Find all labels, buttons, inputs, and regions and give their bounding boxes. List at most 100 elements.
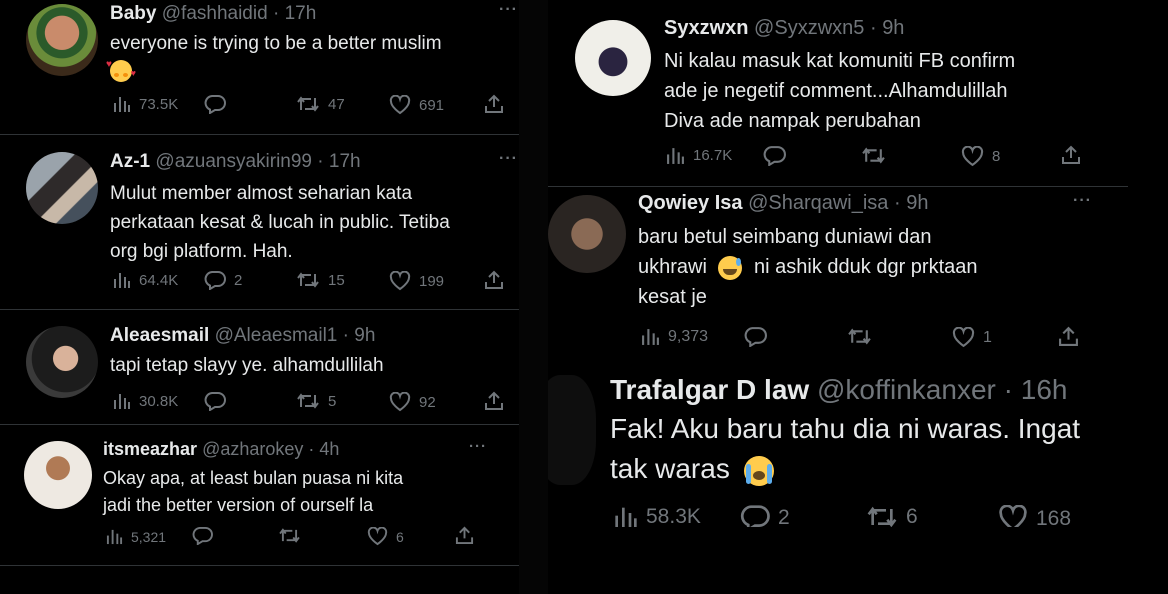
share-button[interactable] [1061,145,1081,165]
retweet-button[interactable] [847,327,872,346]
like-button[interactable]: 6 [367,527,404,546]
avatar[interactable] [575,20,651,96]
author-name[interactable]: itsmeazhar [103,439,197,459]
separator: · [342,325,349,346]
reply-button[interactable] [204,391,226,411]
tweet-time[interactable]: 4h [319,439,339,459]
like-count: 8 [992,148,1001,165]
tweet-time[interactable]: 9h [882,17,904,39]
author-name[interactable]: Syxzwxn [664,17,748,39]
avatar[interactable] [26,326,98,398]
share-button[interactable] [484,270,504,290]
views-button[interactable]: 5,321 [106,528,166,545]
retweet-count: 6 [906,505,918,527]
tweet-time[interactable]: 9h [906,192,928,214]
reply-button[interactable]: 2 [204,270,242,290]
like-button[interactable]: 8 [961,146,1000,167]
tweet-time[interactable]: 16h [1021,374,1068,405]
like-button[interactable]: 1 [952,327,992,348]
author-handle[interactable]: @azharokey [202,439,303,459]
retweet-icon [862,147,885,164]
reply-button[interactable]: 2 [740,504,790,527]
views-button[interactable]: 73.5K [113,95,178,113]
share-button[interactable] [484,391,504,411]
left-timeline: Baby @fashhaidid · 17h ··· everyone is t… [0,0,519,594]
more-options-icon[interactable]: ··· [469,438,487,455]
author-handle[interactable]: @azuansyakirin99 [155,151,312,172]
views-icon [114,394,130,409]
separator: · [1003,374,1013,405]
tweet-text-line: Mulut member almost seharian kata [110,183,413,204]
avatar[interactable] [26,4,98,76]
tweet-time[interactable]: 17h [329,151,361,172]
more-options-icon[interactable]: ··· [1073,192,1092,210]
reply-button[interactable] [204,94,226,114]
reply-button[interactable] [192,526,213,545]
share-button[interactable] [484,94,504,114]
right-timeline: Syxzwxn @Syxzwxn5 · 9h Ni kalau masuk ka… [548,0,1128,594]
avatar[interactable] [24,441,92,509]
author-name[interactable]: Trafalgar D law [610,374,809,405]
tweet[interactable]: Qowiey Isa @Sharqawi_isa · 9h ··· baru b… [548,187,1128,367]
retweet-button[interactable]: 47 [296,95,345,113]
like-count: 199 [419,272,445,290]
author-name[interactable]: Aleaesmail [110,325,209,346]
views-button[interactable]: 58.3K [614,505,701,527]
author-name[interactable]: Qowiey Isa [638,192,743,214]
author-handle[interactable]: @Sharqawi_isa [748,192,888,214]
reply-button[interactable] [763,145,786,166]
like-button[interactable]: 168 [998,505,1071,527]
views-button[interactable]: 16.7K [666,146,732,165]
like-button[interactable]: 199 [389,271,444,291]
tweet[interactable]: itsmeazhar @azharokey · 4h ··· Okay apa,… [0,425,519,566]
author-name[interactable]: Az-1 [110,151,150,172]
author-handle[interactable]: @Aleaesmail1 [215,325,338,346]
author-handle[interactable]: @koffinkanxer [817,374,996,405]
views-button[interactable]: 30.8K [113,392,178,410]
reply-count: 2 [234,271,243,289]
reply-icon [740,505,770,527]
author-handle[interactable]: @fashhaidid [162,3,268,24]
avatar[interactable] [548,375,596,485]
share-button[interactable] [1058,326,1079,347]
views-button[interactable]: 64.4K [113,271,178,289]
retweet-icon [297,272,319,288]
views-icon [114,97,130,112]
tweet[interactable]: Baby @fashhaidid · 17h ··· everyone is t… [0,0,519,135]
more-options-icon[interactable]: ··· [499,1,518,19]
tweet-text-line: kesat je [638,286,707,308]
views-count: 64.4K [139,271,179,289]
like-button[interactable]: 691 [389,95,444,115]
author-handle[interactable]: @Syxzwxn5 [754,17,864,39]
retweet-button[interactable]: 6 [866,505,918,527]
retweet-button[interactable]: 5 [296,392,336,410]
reply-button[interactable] [744,326,767,347]
retweet-button[interactable] [278,527,301,544]
avatar[interactable] [548,195,626,273]
author-name[interactable]: Baby [110,3,156,24]
smiling-face-with-hearts-emoji: ♥ ♥ [106,59,442,84]
like-count: 92 [419,393,436,411]
more-options-icon[interactable]: ··· [499,150,518,168]
tweet-text-line: jadi the better version of ourself la [103,495,374,515]
avatar[interactable] [26,152,98,224]
heart-icon [389,392,411,412]
separator: · [894,192,901,214]
retweet-button[interactable] [861,146,886,165]
tweet[interactable]: Syxzwxn @Syxzwxn5 · 9h Ni kalau masuk ka… [548,0,1128,187]
tweet[interactable]: Az-1 @azuansyakirin99 · 17h ··· Mulut me… [0,135,519,310]
like-count: 691 [419,96,445,114]
views-button[interactable]: 9,373 [641,327,708,346]
tweet-text-line: Fak! Aku baru tahu dia ni waras. Ingat [610,413,1081,444]
tweet-time[interactable]: 17h [285,3,317,24]
like-button[interactable]: 92 [389,392,436,412]
retweet-button[interactable]: 15 [296,271,345,289]
heart-icon [367,527,388,546]
share-button[interactable] [455,526,474,545]
tweet[interactable]: Trafalgar D law @koffinkanxer · 16h Fak!… [548,367,1128,527]
tweet-text-line: perkataan kesat & lucah in public. Tetib… [110,212,450,233]
heart-icon [952,327,975,348]
tweet-time[interactable]: 9h [354,325,375,346]
views-count: 16.7K [693,147,733,164]
tweet[interactable]: Aleaesmail @Aleaesmail1 · 9h tapi tetap … [0,310,519,425]
